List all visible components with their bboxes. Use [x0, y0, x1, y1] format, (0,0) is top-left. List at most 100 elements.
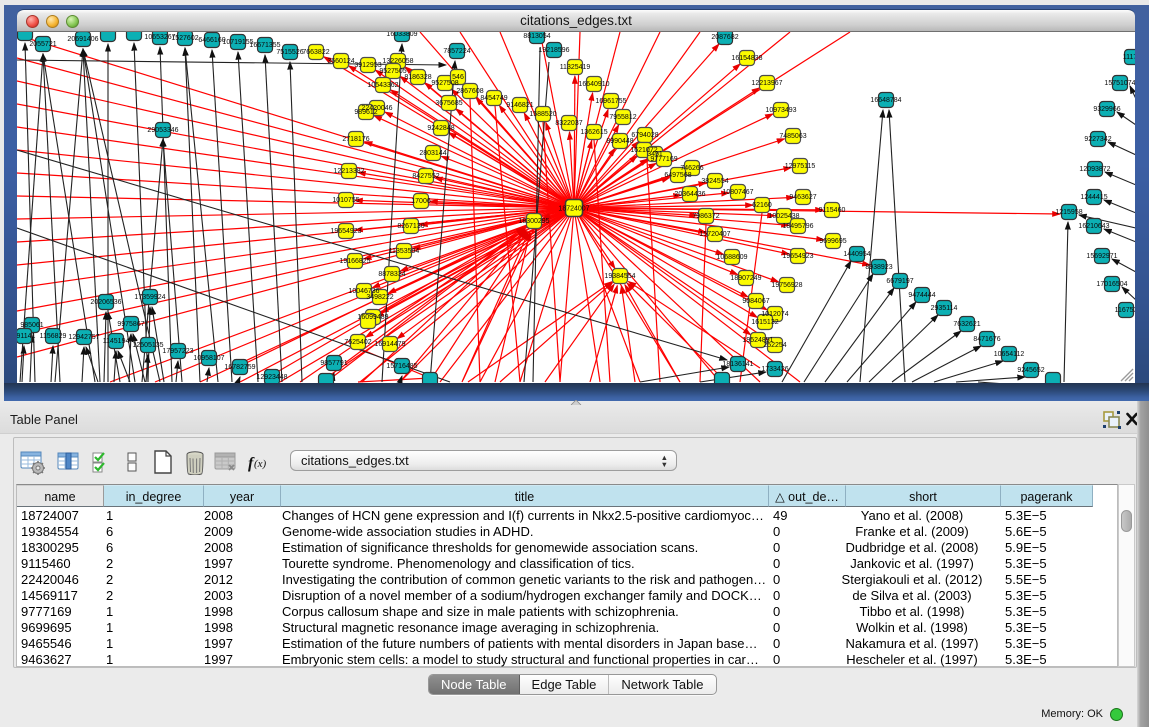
svg-text:8938923: 8938923 — [865, 264, 892, 271]
svg-text:16033809: 16033809 — [386, 32, 417, 38]
svg-text:7955812: 7955812 — [609, 114, 636, 121]
svg-text:17359924: 17359924 — [134, 294, 165, 301]
svg-text:7515526: 7515526 — [276, 49, 303, 56]
svg-text:1215958: 1215958 — [1055, 209, 1082, 216]
svg-text:12093872: 12093872 — [1079, 166, 1110, 173]
svg-text:10543362: 10543362 — [367, 82, 398, 89]
svg-text:9227342: 9227342 — [1084, 136, 1111, 143]
svg-text:3660124: 3660124 — [327, 58, 354, 65]
svg-text:989612: 989612 — [354, 109, 377, 116]
svg-text:16648784: 16648784 — [870, 97, 901, 104]
svg-text:19756928: 19756928 — [771, 282, 802, 289]
svg-text:13226058: 13226058 — [382, 58, 413, 65]
svg-text:1244415: 1244415 — [1080, 194, 1107, 201]
svg-text:7986372: 7986372 — [692, 213, 719, 220]
svg-text:11175: 11175 — [1123, 54, 1135, 61]
svg-text:16640910: 16640910 — [578, 81, 609, 88]
svg-text:19218596: 19218596 — [538, 47, 569, 54]
svg-text:116753: 116753 — [1115, 307, 1135, 314]
svg-text:9329966: 9329966 — [1093, 106, 1120, 113]
svg-text:9084067: 9084067 — [742, 298, 769, 305]
svg-text:2718176: 2718176 — [342, 136, 369, 143]
svg-text:8427552: 8427552 — [412, 173, 439, 180]
svg-text:9245652: 9245652 — [1017, 367, 1044, 374]
svg-text:1156829: 1156829 — [40, 333, 67, 340]
svg-text:12975115: 12975115 — [785, 163, 816, 170]
svg-text:16961755: 16961755 — [595, 98, 626, 105]
svg-text:1588520: 1588520 — [529, 111, 556, 118]
svg-text:16210643: 16210643 — [1078, 223, 1109, 230]
svg-text:10688609: 10688609 — [716, 254, 747, 261]
svg-text:12923448: 12923448 — [256, 374, 287, 381]
svg-text:9975867: 9975867 — [117, 321, 144, 328]
svg-text:985061: 985061 — [20, 322, 43, 329]
svg-text:8878334: 8878334 — [378, 271, 405, 278]
svg-text:8471676: 8471676 — [973, 336, 1000, 343]
svg-text:16671355: 16671355 — [249, 42, 280, 49]
svg-text:15751074: 15751074 — [1104, 80, 1135, 87]
svg-text:29053346: 29053346 — [147, 127, 178, 134]
svg-text:2867608: 2867608 — [456, 88, 483, 95]
svg-text:17957223: 17957223 — [162, 348, 193, 355]
svg-text:10958107: 10958107 — [193, 355, 224, 362]
svg-text:2055721: 2055721 — [29, 41, 56, 48]
svg-text:2803144: 2803144 — [419, 150, 446, 157]
svg-text:1145194: 1145194 — [103, 338, 130, 345]
svg-text:17006: 17006 — [411, 198, 431, 205]
svg-text:15692971: 15692971 — [1086, 253, 1117, 260]
svg-text:20206536: 20206536 — [90, 299, 121, 306]
svg-text:9527508: 9527508 — [431, 80, 458, 87]
svg-text:62160: 62160 — [752, 202, 772, 209]
svg-text:19384554: 19384554 — [604, 273, 635, 280]
svg-text:9857791: 9857791 — [320, 360, 347, 367]
svg-text:391141: 391141 — [17, 333, 36, 340]
svg-text:1440954: 1440954 — [843, 251, 870, 258]
svg-text:18300295: 18300295 — [518, 218, 549, 225]
svg-text:15720407: 15720407 — [699, 231, 730, 238]
svg-text:3912953: 3912953 — [354, 62, 381, 69]
svg-text:7632621: 7632621 — [953, 321, 980, 328]
svg-text:12505135: 12505135 — [132, 342, 163, 349]
svg-text:8186328: 8186328 — [404, 74, 431, 81]
svg-text:9146821: 9146821 — [506, 102, 533, 109]
svg-text:19654923: 19654923 — [782, 253, 813, 260]
svg-text:9777169: 9777169 — [650, 156, 677, 163]
svg-text:1527602: 1527602 — [171, 35, 198, 42]
svg-text:(x): (x) — [254, 458, 267, 470]
svg-text:8990448: 8990448 — [606, 138, 633, 145]
svg-text:12942757: 12942757 — [68, 334, 99, 341]
svg-text:9242848: 9242848 — [427, 125, 454, 132]
svg-text:17016504: 17016504 — [1096, 281, 1127, 288]
svg-text:252254: 252254 — [763, 342, 786, 349]
svg-text:11325419: 11325419 — [560, 64, 591, 71]
svg-text:746266: 746266 — [680, 165, 703, 172]
svg-text:18495796: 18495796 — [782, 223, 813, 230]
svg-text:8267130: 8267130 — [397, 223, 424, 230]
svg-text:16099489: 16099489 — [357, 314, 388, 321]
svg-text:19654923: 19654923 — [330, 228, 361, 235]
svg-text:8813054: 8813054 — [523, 33, 550, 40]
svg-text:1733426: 1733426 — [761, 366, 788, 373]
svg-text:20364436: 20364436 — [674, 191, 705, 198]
svg-text:10654112: 10654112 — [994, 351, 1025, 358]
svg-text:16914479: 16914479 — [374, 341, 405, 348]
svg-text:15716485: 15716485 — [386, 363, 417, 370]
svg-text:20691406: 20691406 — [67, 36, 98, 43]
svg-text:3498222: 3498222 — [366, 294, 393, 301]
svg-text:12213967: 12213967 — [751, 80, 782, 87]
svg-text:6679197: 6679197 — [886, 278, 913, 285]
svg-text:10973493: 10973493 — [765, 107, 796, 114]
svg-text:7625402: 7625402 — [344, 339, 371, 346]
svg-text:18907249: 18907249 — [730, 275, 761, 282]
svg-text:7663822: 7663822 — [302, 49, 329, 56]
svg-text:3675685: 3675685 — [435, 100, 462, 107]
svg-text:10025438: 10025438 — [768, 213, 799, 220]
svg-text:2087682: 2087682 — [711, 34, 738, 41]
svg-text:2935114: 2935114 — [931, 305, 958, 312]
svg-text:1615132: 1615132 — [751, 319, 778, 326]
svg-text:9474444: 9474444 — [908, 292, 935, 299]
svg-text:6794028: 6794028 — [631, 132, 658, 139]
svg-text:9463627: 9463627 — [789, 194, 816, 201]
svg-text:7857224: 7857224 — [443, 48, 470, 55]
svg-text:8454749: 8454749 — [480, 95, 507, 102]
